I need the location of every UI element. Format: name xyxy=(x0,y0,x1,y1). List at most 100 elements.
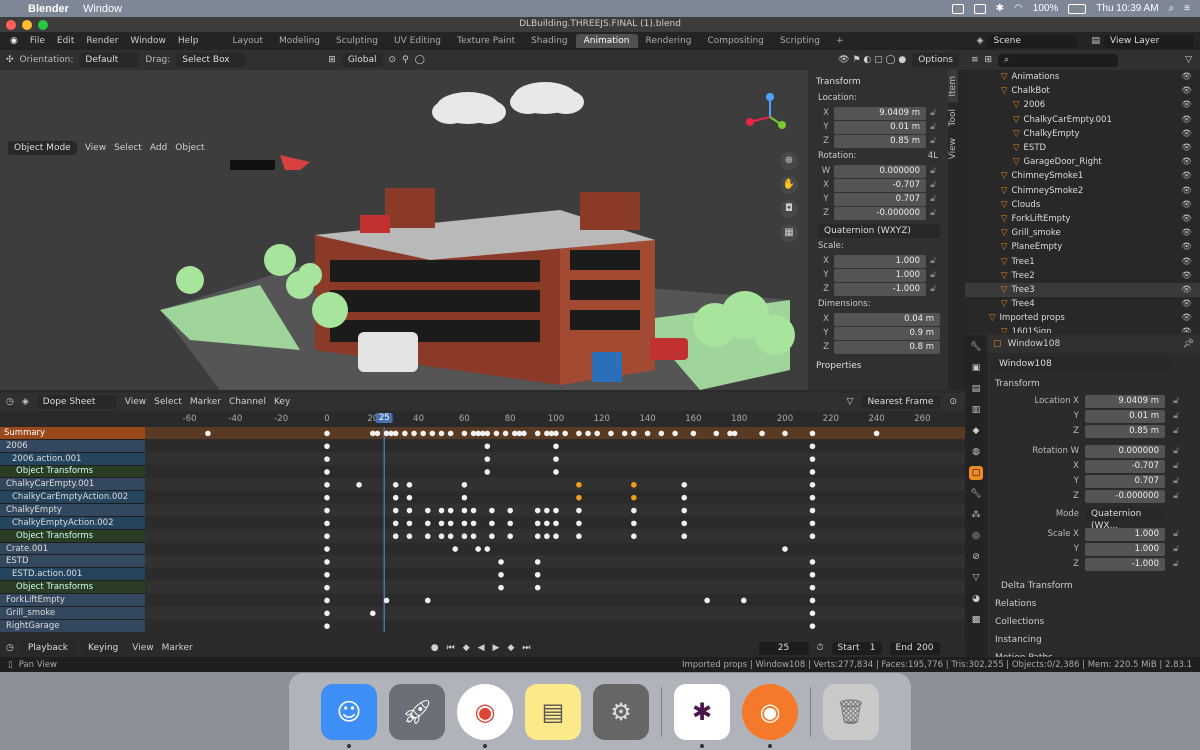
keyframe[interactable] xyxy=(498,559,504,565)
rotation-x-row[interactable]: X -0.707 🔓︎ xyxy=(818,178,940,192)
location-z-row[interactable]: Z 0.85 m 🔓︎ xyxy=(818,134,940,148)
keyframe[interactable] xyxy=(324,482,330,488)
keyframe[interactable] xyxy=(452,546,459,552)
delta-transform-header[interactable]: Delta Transform xyxy=(987,577,1200,595)
notes-icon[interactable]: ▤ xyxy=(525,683,581,740)
app-name[interactable]: Blender xyxy=(28,3,69,15)
timeline-editor-icon[interactable]: ◷ xyxy=(6,643,14,653)
keyframe[interactable] xyxy=(461,507,468,514)
visibility-eye-icon[interactable]: 👁︎ xyxy=(1181,271,1192,281)
location-z-field[interactable]: 0.85 m xyxy=(834,134,926,148)
keyframe[interactable] xyxy=(420,430,426,437)
next-key-icon[interactable]: ◆ xyxy=(507,643,514,653)
dimension-y-field[interactable]: 0.9 m xyxy=(834,326,940,340)
snap-mode-dropdown[interactable]: Nearest Frame xyxy=(861,395,942,409)
prev-key-icon[interactable]: ◆ xyxy=(463,643,470,653)
keyframe[interactable] xyxy=(507,533,513,540)
layer-icon[interactable]: ▤ xyxy=(1091,36,1100,46)
tab-compositing[interactable]: Compositing xyxy=(699,34,771,48)
dimension-x-field[interactable]: 0.04 m xyxy=(834,312,940,326)
outliner-item[interactable]: ▽ ESTD 👁︎ xyxy=(965,141,1200,155)
channel-row[interactable]: ChalkyCarEmptyAction.002 xyxy=(0,491,145,505)
lock-icon[interactable]: 🔓︎ xyxy=(926,284,940,294)
keyframe[interactable] xyxy=(475,546,481,552)
keyframe[interactable] xyxy=(594,430,601,437)
object-mode-dropdown[interactable]: Object Mode xyxy=(8,141,77,155)
lock-icon[interactable]: 🔓︎ xyxy=(1169,396,1183,406)
channel-row[interactable]: 2006 xyxy=(0,439,145,453)
outliner-item[interactable]: ▽ Grill_smoke 👁︎ xyxy=(965,226,1200,240)
transform-orientation-icon[interactable]: ⊞ xyxy=(328,55,336,65)
orientation-dropdown[interactable]: Default xyxy=(79,53,140,67)
channel-row[interactable]: Summary xyxy=(0,427,145,440)
lock-icon[interactable]: 🔓︎ xyxy=(926,270,940,280)
jump-start-icon[interactable]: ⏮ xyxy=(447,643,455,653)
grid-perspective-icon[interactable]: ▦ xyxy=(780,224,798,242)
keyframe[interactable] xyxy=(534,533,541,540)
collections-header[interactable]: Collections xyxy=(987,613,1200,631)
keyframe[interactable] xyxy=(782,546,788,552)
rotation-field[interactable]: -0.707 xyxy=(1085,459,1165,473)
trash-icon[interactable]: 🗑︎ xyxy=(823,683,879,740)
playback-menu[interactable]: Playback xyxy=(21,641,75,655)
keyframe[interactable] xyxy=(324,623,330,629)
visibility-eye-icon[interactable]: 👁︎ xyxy=(1181,186,1192,196)
rotation-x-field[interactable]: -0.707 xyxy=(834,178,926,192)
visibility-eye-icon[interactable]: 👁︎ xyxy=(1181,200,1192,210)
keyframe[interactable] xyxy=(631,533,637,540)
keyframe[interactable] xyxy=(585,430,591,437)
outliner-mode-icon[interactable]: ⊞ xyxy=(985,55,993,65)
outliner-item[interactable]: ▽ Imported props 👁︎ xyxy=(965,311,1200,325)
location-y-row[interactable]: Y 0.01 m 🔓︎ xyxy=(818,120,940,134)
keyframe[interactable] xyxy=(392,482,399,488)
dim-y-row[interactable]: Y 0.9 m xyxy=(818,326,940,340)
record-icon[interactable]: ● xyxy=(431,643,439,653)
keyframe[interactable] xyxy=(447,507,454,514)
transform-panel-header[interactable]: Transform xyxy=(987,375,1200,393)
keyframe[interactable] xyxy=(498,584,504,591)
constraints-tab-icon[interactable]: ⊘ xyxy=(969,550,983,564)
menu-render[interactable]: Render xyxy=(80,36,124,46)
pin-icon[interactable]: 📌︎ xyxy=(1183,339,1194,349)
menu-help[interactable]: Help xyxy=(172,36,205,46)
keyframe[interactable] xyxy=(631,494,637,501)
render-tab-icon[interactable]: ▣ xyxy=(969,361,983,375)
npanel-properties-header[interactable]: Properties xyxy=(812,358,944,374)
keyframe[interactable] xyxy=(324,456,330,462)
particles-tab-icon[interactable]: ⁂ xyxy=(969,508,983,522)
bluetooth-icon[interactable]: ✱ xyxy=(996,3,1004,14)
keyframe[interactable] xyxy=(809,520,816,527)
keyframe[interactable] xyxy=(553,507,559,514)
slack-icon[interactable]: ✱ xyxy=(674,683,730,748)
dimension-z-field[interactable]: 0.8 m xyxy=(834,340,940,354)
menu-window[interactable]: Window xyxy=(124,36,172,46)
keyframe[interactable] xyxy=(534,520,541,527)
channel-row[interactable]: Crate.001 xyxy=(0,542,145,556)
output-tab-icon[interactable]: ▤ xyxy=(969,382,983,396)
drag-dropdown[interactable]: Select Box xyxy=(176,53,247,67)
keyframe[interactable] xyxy=(438,430,445,437)
keyframe[interactable] xyxy=(690,430,697,437)
object-name-field[interactable]: Window108 xyxy=(993,357,1173,371)
outliner-item[interactable]: ▽ 2006 👁︎ xyxy=(965,98,1200,112)
outliner-item[interactable]: ▽ 1601Sign 👁︎ xyxy=(965,325,1200,333)
snap-icon[interactable]: ⚲ xyxy=(402,55,409,65)
keyframe[interactable] xyxy=(406,520,413,527)
outliner-filter-icon[interactable]: ▽ xyxy=(1185,55,1192,65)
object-tab-icon[interactable]: ▢ xyxy=(969,466,983,480)
visibility-eye-icon[interactable]: 👁︎ xyxy=(1181,327,1192,333)
keyframe[interactable] xyxy=(809,507,816,514)
scale-x-field[interactable]: 1.000 xyxy=(834,254,926,268)
playback-view-menu[interactable]: View xyxy=(132,643,153,653)
visibility-eye-icon[interactable]: 👁︎ xyxy=(1181,100,1192,110)
keyframe[interactable] xyxy=(461,520,468,527)
outliner-item[interactable]: ▽ Tree1 👁︎ xyxy=(965,254,1200,268)
keyframe[interactable] xyxy=(392,533,399,540)
keyframe[interactable] xyxy=(383,597,390,604)
tab-animation[interactable]: Animation xyxy=(575,34,638,48)
keyframe[interactable] xyxy=(809,571,816,578)
keyframe[interactable] xyxy=(392,520,399,527)
keyframe[interactable] xyxy=(424,507,431,514)
keyframe[interactable] xyxy=(324,546,330,552)
keyframe[interactable] xyxy=(759,430,765,437)
